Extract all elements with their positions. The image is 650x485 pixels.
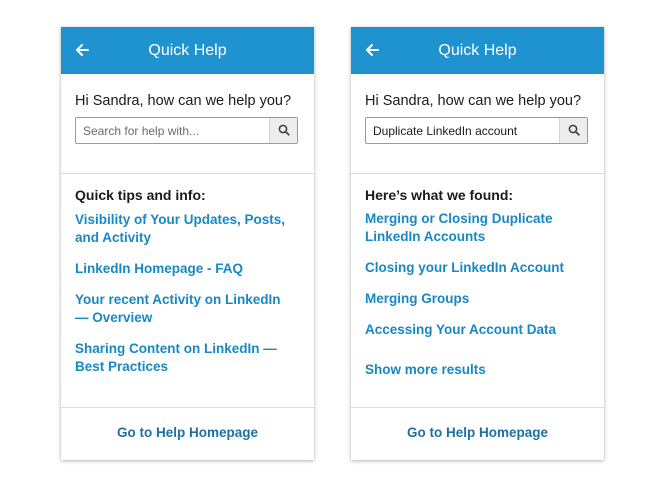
- help-link-visibility-updates[interactable]: Visibility of Your Updates, Posts, and A…: [75, 211, 297, 247]
- section-heading: Here’s what we found:: [365, 187, 514, 203]
- show-more-results-link[interactable]: Show more results: [365, 361, 587, 379]
- help-link-sharing-content[interactable]: Sharing Content on LinkedIn — Best Pract…: [75, 340, 297, 376]
- panel-header: Quick Help: [61, 27, 314, 74]
- quick-help-panel-results: Quick Help Hi Sandra, how can we help yo…: [351, 27, 604, 460]
- stage: Quick Help Hi Sandra, how can we help yo…: [0, 0, 650, 485]
- divider: [351, 173, 604, 174]
- search-icon: [568, 124, 580, 136]
- search-input[interactable]: [76, 118, 270, 143]
- arrow-left-icon[interactable]: [75, 42, 89, 58]
- help-link-homepage-faq[interactable]: LinkedIn Homepage - FAQ: [75, 260, 297, 278]
- greeting-text: Hi Sandra, how can we help you?: [365, 93, 582, 109]
- quick-help-panel-default: Quick Help Hi Sandra, how can we help yo…: [61, 27, 314, 460]
- panel-title: Quick Help: [438, 42, 517, 59]
- search-input[interactable]: [366, 118, 560, 143]
- panel-title: Quick Help: [148, 42, 227, 59]
- go-to-help-homepage-link[interactable]: Go to Help Homepage: [351, 408, 604, 460]
- search-button[interactable]: [269, 118, 297, 143]
- arrow-left-icon[interactable]: [365, 42, 379, 58]
- result-link-merging-closing-duplicate[interactable]: Merging or Closing Duplicate LinkedIn Ac…: [365, 210, 587, 246]
- panel-header: Quick Help: [351, 27, 604, 74]
- divider: [61, 173, 314, 174]
- result-link-closing-account[interactable]: Closing your LinkedIn Account: [365, 259, 587, 277]
- greeting-text: Hi Sandra, how can we help you?: [75, 93, 292, 109]
- go-to-help-homepage-link[interactable]: Go to Help Homepage: [61, 408, 314, 460]
- result-link-merging-groups[interactable]: Merging Groups: [365, 290, 587, 308]
- help-link-recent-activity[interactable]: Your recent Activity on LinkedIn — Overv…: [75, 291, 297, 327]
- section-heading: Quick tips and info:: [75, 187, 206, 203]
- search-button[interactable]: [559, 118, 587, 143]
- search-icon: [278, 124, 290, 136]
- search-box: [75, 117, 298, 144]
- search-box: [365, 117, 588, 144]
- result-link-accessing-account-data[interactable]: Accessing Your Account Data: [365, 321, 587, 339]
